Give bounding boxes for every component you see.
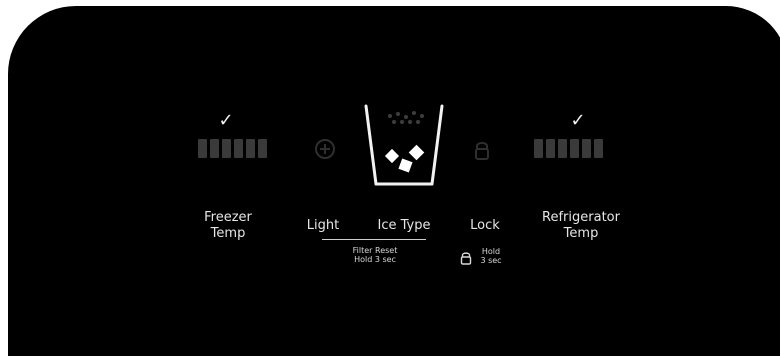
refrigerator-temp-label: Refrigerator Temp [542,210,620,241]
refrigerator-temp-segment [534,139,543,158]
refrigerator-temp-segment [594,139,603,158]
freezer-temp-segment [258,139,267,158]
freezer-temp-control[interactable]: ✓ Freezer Temp [198,112,268,242]
refrigerator-temp-segment [558,139,567,158]
light-control[interactable]: Light [300,130,346,240]
lock-hold-icon [460,252,472,265]
freezer-temp-segment [210,139,219,158]
refrigerator-temp-segment [582,139,591,158]
ice-type-control[interactable]: Ice Type [356,98,452,248]
refrigerator-temp-level-bar [534,139,603,158]
refrigerator-temp-control[interactable]: ✓ Refrigerator Temp [528,112,638,252]
refrigerator-temp-segment [570,139,579,158]
lock-control[interactable]: Lock Hold 3 sec [458,124,524,284]
lock-label: Lock [470,218,500,233]
freezer-check-icon: ✓ [218,110,234,131]
light-bulb-icon [315,139,335,159]
lock-icon [475,142,489,160]
freezer-temp-segment [234,139,243,158]
freezer-temp-level-bar [198,139,267,158]
ice-cup-icon [364,104,444,186]
freezer-temp-label: Freezer Temp [204,210,252,241]
refrigerator-temp-segment [546,139,555,158]
freezer-temp-segment [246,139,255,158]
freezer-temp-segment [222,139,231,158]
refrigerator-check-icon: ✓ [570,110,586,131]
filter-reset-divider [322,239,426,240]
ice-type-label: Ice Type [377,218,431,233]
freezer-temp-segment [198,139,207,158]
dispenser-control-panel: ✓ Freezer Temp Light Ice Type Lock Hold … [8,6,780,356]
light-label: Light [306,218,340,233]
filter-reset-label: Filter Reset Hold 3 sec [352,246,398,264]
lock-hold-text: Hold 3 sec [480,247,502,265]
